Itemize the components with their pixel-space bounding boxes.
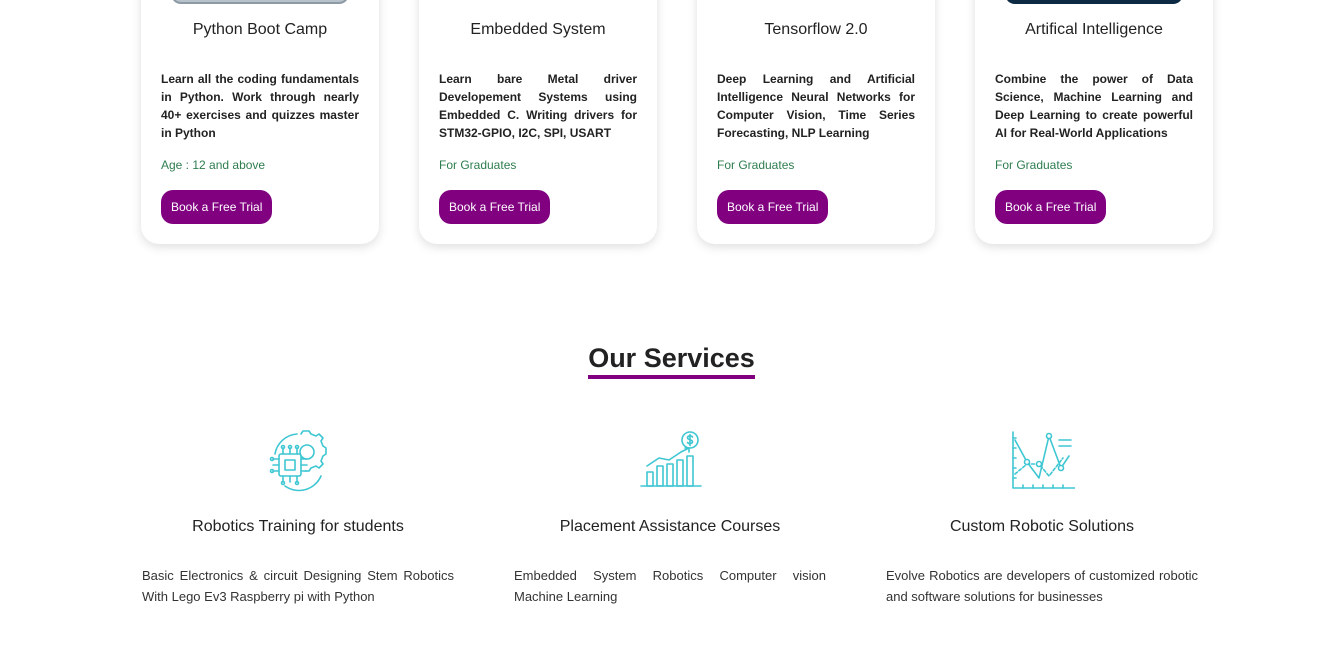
course-cards: Python Boot Camp Learn all the coding fu…: [141, 0, 1213, 244]
course-title: Tensorflow 2.0: [764, 21, 868, 38]
book-free-trial-button[interactable]: Book a Free Trial: [439, 190, 551, 224]
course-title: Embedded System: [470, 21, 606, 38]
course-description: Learn bare Metal driver Developement Sys…: [439, 72, 637, 140]
course-image: [449, 0, 627, 4]
course-audience: For Graduates: [717, 158, 795, 172]
course-image: [1005, 0, 1183, 4]
service-title: Robotics Training for students: [192, 518, 404, 535]
course-image: [171, 0, 349, 4]
course-card-tensorflow: Tensorflow 2.0 Deep Learning and Artific…: [697, 0, 935, 244]
book-free-trial-button[interactable]: Book a Free Trial: [717, 190, 829, 224]
services-title: Our Services: [588, 342, 755, 379]
course-image: [727, 0, 905, 4]
course-title: Artifical Intelligence: [1025, 21, 1163, 38]
course-audience: Age : 12 and above: [161, 158, 266, 172]
course-audience: For Graduates: [439, 158, 517, 172]
services-heading: Our Services: [0, 342, 1343, 379]
course-title: Python Boot Camp: [192, 21, 328, 38]
service-title: Placement Assistance Courses: [559, 518, 781, 535]
service-description: Evolve Robotics are developers of custom…: [886, 568, 1198, 604]
course-card-python: Python Boot Camp Learn all the coding fu…: [141, 0, 379, 244]
book-free-trial-button[interactable]: Book a Free Trial: [995, 190, 1107, 224]
course-description: Learn all the coding fundamentals in Pyt…: [161, 72, 359, 140]
course-description: Deep Learning and Artificial Intelligenc…: [717, 72, 915, 140]
service-description: Basic Electronics & circuit Designing St…: [142, 568, 454, 604]
course-card-embedded: Embedded System Learn bare Metal driver …: [419, 0, 657, 244]
gear-chip-icon: [142, 428, 454, 494]
service-description: Embedded System Robotics Computer vision…: [514, 568, 826, 604]
course-audience: For Graduates: [995, 158, 1073, 172]
course-card-ai: Artifical Intelligence Combine the power…: [975, 0, 1213, 244]
course-description: Combine the power of Data Science, Machi…: [995, 72, 1193, 140]
book-free-trial-button[interactable]: Book a Free Trial: [161, 190, 273, 224]
service-title: Custom Robotic Solutions: [949, 518, 1135, 535]
growth-chart-dollar-icon: [514, 428, 826, 494]
line-graph-icon: [886, 428, 1198, 494]
